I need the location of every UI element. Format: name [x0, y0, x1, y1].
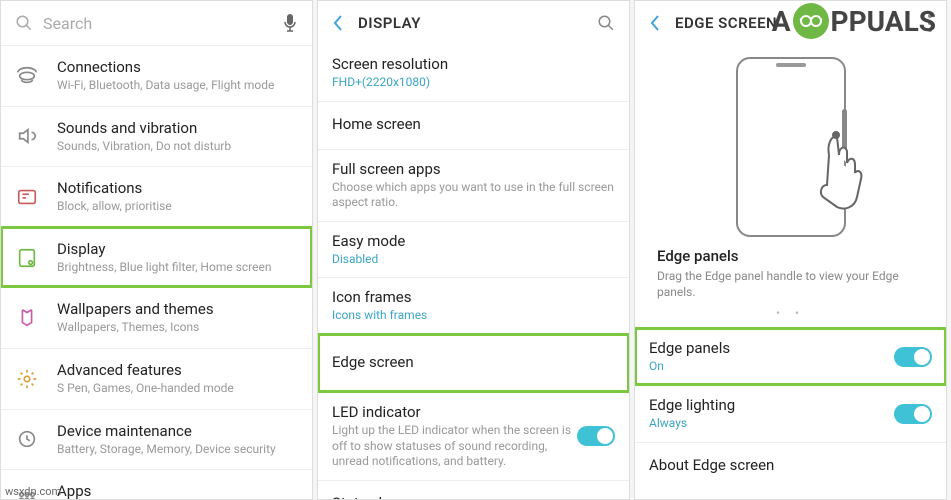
edge-item-lighting[interactable]: Edge lighting Always [635, 385, 946, 442]
notifications-icon [15, 185, 39, 209]
search-placeholder: Search [43, 14, 282, 33]
row-label: Apps [57, 482, 298, 500]
display-item-iconframes[interactable]: Icon frames Icons with frames [318, 277, 629, 334]
row-label: LED indicator [332, 403, 577, 421]
appuals-watermark: A PPUALS [772, 3, 936, 39]
row-sub: Always [649, 416, 894, 432]
row-sub: Disabled [332, 252, 615, 268]
row-sub: Wi-Fi, Bluetooth, Data usage, Flight mod… [57, 78, 298, 94]
row-sub: S Pen, Games, One-handed mode [57, 381, 298, 397]
edge-screen-panel: EDGE SCREEN Edge panels Drag the Edge pa… [634, 0, 947, 500]
display-header: DISPLAY [318, 1, 629, 45]
row-sub: Block, allow, prioritise [57, 199, 298, 215]
settings-item-wallpapers[interactable]: Wallpapers and themes Wallpapers, Themes… [1, 287, 312, 348]
row-label: Easy mode [332, 232, 615, 250]
edge-illustration: Edge panels Drag the Edge panel handle t… [635, 45, 946, 328]
row-sub: Wallpapers, Themes, Icons [57, 320, 298, 336]
display-item-fullscreen[interactable]: Full screen apps Choose which apps you w… [318, 149, 629, 221]
page-title: DISPLAY [358, 14, 597, 32]
connections-icon [15, 64, 39, 88]
row-label: Status bar [332, 494, 615, 500]
row-label: Edge screen [332, 353, 615, 371]
row-sub: Sounds, Vibration, Do not disturb [57, 139, 298, 155]
row-label: Advanced features [57, 361, 298, 379]
edge-panels-toggle[interactable] [894, 347, 932, 367]
led-toggle[interactable] [577, 426, 615, 446]
row-label: Full screen apps [332, 160, 615, 178]
wallpaper-icon [15, 306, 39, 330]
display-item-led[interactable]: LED indicator Light up the LED indicator… [318, 392, 629, 480]
display-item-easymode[interactable]: Easy mode Disabled [318, 221, 629, 278]
row-sub: Brightness, Blue light filter, Home scre… [57, 260, 298, 276]
display-item-edgescreen[interactable]: Edge screen [318, 334, 629, 392]
advanced-icon [15, 367, 39, 391]
row-label: Home screen [332, 115, 615, 133]
glasses-icon [793, 3, 829, 39]
settings-item-maintenance[interactable]: Device maintenance Battery, Storage, Mem… [1, 409, 312, 470]
row-label: Edge panels [649, 339, 894, 357]
settings-item-sounds[interactable]: Sounds and vibration Sounds, Vibration, … [1, 106, 312, 167]
row-label: Connections [57, 58, 298, 76]
row-sub: FHD+(2220x1080) [332, 75, 615, 91]
row-sub: On [649, 359, 894, 375]
settings-item-notifications[interactable]: Notifications Block, allow, prioritise [1, 166, 312, 227]
edge-item-panels[interactable]: Edge panels On [635, 328, 946, 385]
row-label: Device maintenance [57, 422, 298, 440]
search-icon [15, 14, 33, 32]
back-icon[interactable] [332, 14, 344, 32]
sound-icon [15, 124, 39, 148]
display-item-home[interactable]: Home screen [318, 101, 629, 149]
pager-dots: • • [776, 306, 805, 320]
row-label: About Edge screen [649, 456, 932, 474]
back-icon[interactable] [649, 14, 661, 32]
illus-title: Edge panels [657, 247, 739, 265]
hand-icon [809, 125, 869, 215]
row-sub: Choose which apps you want to use in the… [332, 180, 615, 211]
row-sub: Icons with frames [332, 308, 615, 324]
display-icon [15, 246, 39, 270]
row-sub: Light up the LED indicator when the scre… [332, 423, 577, 470]
mic-icon[interactable] [282, 13, 298, 33]
edge-lighting-toggle[interactable] [894, 404, 932, 424]
phone-graphic [736, 57, 846, 237]
row-label: Edge lighting [649, 396, 894, 414]
row-sub: Battery, Storage, Memory, Device securit… [57, 442, 298, 458]
settings-panel: Search Connections Wi-Fi, Bluetooth, Dat… [0, 0, 313, 500]
maintenance-icon [15, 427, 39, 451]
search-bar[interactable]: Search [1, 1, 312, 45]
display-panel: DISPLAY Screen resolution FHD+(2220x1080… [317, 0, 630, 500]
row-label: Icon frames [332, 288, 615, 306]
edge-item-about[interactable]: About Edge screen [635, 442, 946, 490]
settings-item-advanced[interactable]: Advanced features S Pen, Games, One-hand… [1, 348, 312, 409]
display-item-resolution[interactable]: Screen resolution FHD+(2220x1080) [318, 45, 629, 101]
settings-item-connections[interactable]: Connections Wi-Fi, Bluetooth, Data usage… [1, 45, 312, 106]
row-label: Wallpapers and themes [57, 300, 298, 318]
search-icon[interactable] [597, 14, 615, 32]
display-item-statusbar[interactable]: Status bar [318, 480, 629, 500]
row-label: Sounds and vibration [57, 119, 298, 137]
row-label: Notifications [57, 179, 298, 197]
settings-item-display[interactable]: Display Brightness, Blue light filter, H… [1, 227, 312, 288]
source-label: wsxdn.com [5, 485, 61, 498]
row-label: Screen resolution [332, 55, 615, 73]
row-label: Display [57, 240, 298, 258]
illus-sub: Drag the Edge panel handle to view your … [657, 268, 924, 300]
